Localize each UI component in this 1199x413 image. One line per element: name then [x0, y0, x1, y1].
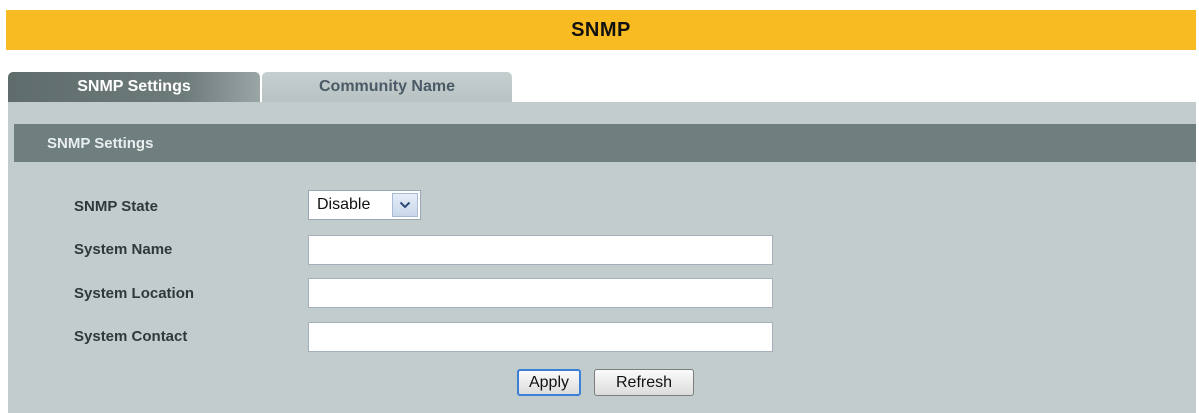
system-contact-label: System Contact [74, 328, 188, 345]
settings-panel: SNMP Settings SNMP State Disable System … [8, 102, 1196, 413]
system-contact-input[interactable] [308, 322, 773, 352]
tab-snmp-settings[interactable]: SNMP Settings [8, 72, 260, 102]
snmp-page: SNMP SNMP Settings Community Name SNMP S… [0, 0, 1199, 413]
chevron-down-icon[interactable] [392, 193, 418, 217]
system-location-input[interactable] [308, 278, 773, 308]
section-title: SNMP Settings [47, 134, 154, 152]
system-name-label: System Name [74, 241, 173, 258]
snmp-state-label: SNMP State [74, 198, 158, 215]
page-title: SNMP [571, 18, 631, 41]
refresh-button[interactable]: Refresh [594, 369, 694, 396]
apply-button[interactable]: Apply [517, 369, 581, 396]
tab-bar: SNMP Settings Community Name [8, 72, 512, 102]
snmp-state-select[interactable]: Disable [308, 190, 421, 220]
page-title-bar: SNMP [6, 10, 1196, 50]
system-location-label: System Location [74, 285, 195, 302]
tab-community-name[interactable]: Community Name [262, 72, 512, 102]
snmp-state-value: Disable [317, 196, 371, 213]
system-name-input[interactable] [308, 235, 773, 265]
section-header: SNMP Settings [14, 124, 1196, 162]
